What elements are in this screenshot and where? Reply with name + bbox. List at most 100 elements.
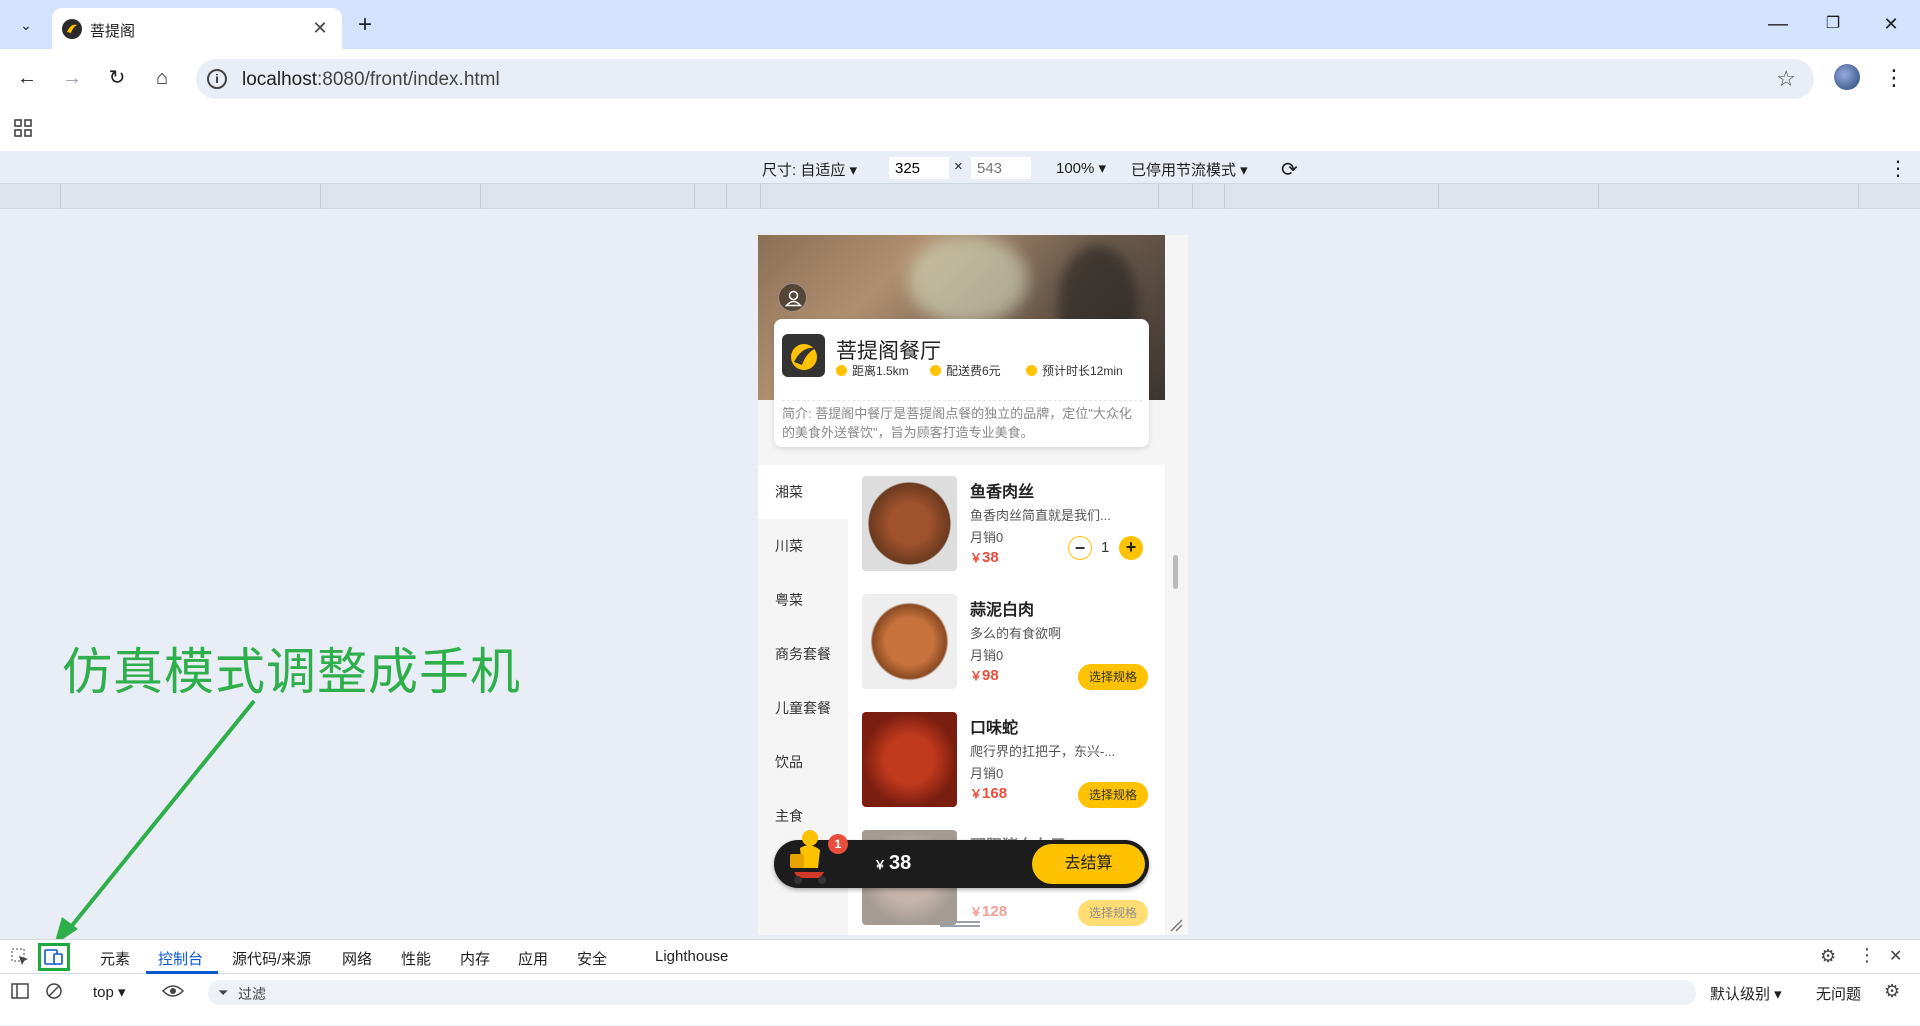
back-icon[interactable]: ← — [12, 63, 42, 93]
tab-memory[interactable]: 内存 — [460, 948, 490, 969]
cart-bar[interactable]: 1 ￥ 38 去结算 — [774, 830, 1149, 888]
decrease-qty-button[interactable]: − — [1068, 536, 1092, 560]
money-bag-icon — [930, 365, 941, 376]
apps-grid-icon[interactable] — [14, 119, 32, 137]
annotation-arrow — [54, 699, 256, 945]
tab-strip: ⌄ 菩提阁 ✕ + — ❐ ✕ — [0, 0, 1920, 49]
tab-lighthouse[interactable]: Lighthouse — [655, 948, 728, 965]
address-bar[interactable]: i localhost:8080/front/index.html ☆ — [196, 59, 1814, 99]
site-info-icon[interactable]: i — [207, 69, 227, 89]
console-settings-icon[interactable]: ⚙ — [1884, 981, 1900, 1002]
annotation-text: 仿真模式调整成手机 — [62, 643, 521, 701]
currency-symbol: ￥ — [874, 858, 887, 872]
bookmark-star-icon[interactable]: ☆ — [1776, 66, 1796, 92]
category-item-drinks[interactable]: 饮品 — [758, 735, 848, 789]
dish-name: 口味蛇 — [970, 720, 1019, 737]
media-query-bar[interactable] — [0, 184, 1920, 209]
category-item-business[interactable]: 商务套餐 — [758, 627, 848, 681]
dish-name: 蒜泥白肉 — [970, 602, 1035, 619]
forward-icon[interactable]: → — [57, 63, 87, 93]
browser-tab[interactable]: 菩提阁 ✕ — [52, 8, 342, 49]
increase-qty-button[interactable]: + — [1119, 536, 1143, 560]
menu-icon[interactable]: ⋮ — [1879, 63, 1909, 93]
dish-price: ￥98 — [970, 667, 999, 684]
dish-name: 鱼香肉丝 — [970, 484, 1035, 501]
log-level-select[interactable]: 默认级别 ▾ — [1710, 983, 1782, 1004]
context-select[interactable]: top ▾ — [93, 983, 126, 1001]
height-input[interactable] — [971, 157, 1031, 179]
choose-spec-button[interactable]: 选择规格 — [1078, 900, 1148, 926]
delivery-fee-info: 配送费6元 — [930, 362, 1001, 379]
dish-item[interactable]: 鱼香肉丝 鱼香肉丝简直就是我们... 月销0 ￥38 − 1 + — [860, 474, 1160, 574]
dish-desc: 多么的有食欲啊 — [970, 626, 1062, 641]
mobile-viewport: 菩提阁餐厅 距离1.5km 配送费6元 预计时长12min 简介: 菩提阁中餐厅… — [758, 235, 1188, 935]
tab-elements[interactable]: 元素 — [100, 948, 130, 969]
minimize-icon[interactable]: — — [1763, 9, 1793, 39]
category-item-chuan[interactable]: 川菜 — [758, 519, 848, 573]
favicon-icon — [62, 19, 82, 39]
console-toolbar: top ▾ ⏷ 过滤 默认级别 ▾ 无问题 ⚙ — [0, 974, 1920, 1026]
reload-icon[interactable]: ↻ — [102, 63, 132, 93]
rotate-icon[interactable]: ⟳ — [1281, 157, 1298, 182]
dish-price: ￥38 — [970, 549, 999, 566]
dish-item[interactable]: 蒜泥白肉 多么的有食欲啊 月销0 ￥98 选择规格 — [860, 592, 1160, 692]
dish-sales: 月销0 — [970, 648, 1004, 663]
corner-resize-icon[interactable] — [1169, 918, 1183, 932]
tab-sources[interactable]: 源代码/来源 — [232, 948, 311, 969]
devtools-settings-icon[interactable]: ⚙ — [1820, 946, 1836, 967]
dish-image — [862, 594, 957, 689]
url-text[interactable]: localhost:8080/front/index.html — [242, 69, 500, 91]
sidebar-toggle-icon[interactable] — [11, 982, 29, 1000]
cart-total-value: 38 — [889, 852, 912, 874]
devtools-close-icon[interactable]: ✕ — [1889, 946, 1902, 966]
zoom-select[interactable]: 100% ▾ — [1056, 159, 1106, 177]
tab-application[interactable]: 应用 — [518, 948, 548, 969]
url-host: localhost — [242, 69, 317, 90]
annotation-highlight-box — [38, 943, 70, 971]
tab-network[interactable]: 网络 — [342, 948, 372, 969]
tab-search-chevron-icon[interactable]: ⌄ — [11, 10, 41, 40]
dish-quantity: 1 — [1101, 539, 1110, 556]
tab-console[interactable]: 控制台 — [158, 948, 203, 969]
dish-item[interactable]: 口味蛇 爬行界的扛把子，东兴-... 月销0 ￥168 选择规格 — [860, 710, 1160, 810]
restore-icon[interactable]: ❐ — [1818, 9, 1848, 39]
cart-total: ￥ 38 — [874, 852, 911, 875]
category-item-xiang[interactable]: 湘菜 — [758, 465, 848, 519]
profile-avatar[interactable] — [1834, 64, 1860, 90]
scrollbar-thumb[interactable] — [1173, 555, 1178, 589]
throttle-select[interactable]: 已停用节流模式 ▾ — [1131, 159, 1248, 180]
close-tab-icon[interactable]: ✕ — [308, 16, 332, 40]
user-center-button[interactable] — [778, 283, 807, 312]
console-filter-input[interactable]: ⏷ 过滤 — [208, 980, 1696, 1005]
device-menu-icon[interactable]: ⋮ — [1888, 156, 1908, 181]
tab-performance[interactable]: 性能 — [401, 948, 431, 969]
distance-icon — [836, 365, 847, 376]
throttle-label: 已停用节流模式 — [1131, 162, 1237, 179]
distance-text: 距离1.5km — [852, 364, 909, 378]
restaurant-intro: 简介: 菩提阁中餐厅是菩提阁点餐的独立的品牌，定位"大众化的美食外送餐饮"，旨为… — [782, 400, 1142, 442]
devtools-menu-icon[interactable]: ⋮ — [1858, 945, 1876, 966]
filter-icon: ⏷ — [218, 985, 229, 1000]
viewport-resize-handle[interactable] — [940, 921, 980, 927]
choose-spec-button[interactable]: 选择规格 — [1078, 664, 1148, 690]
delivery-rider-icon — [784, 828, 834, 886]
times-sign: × — [954, 158, 963, 175]
issues-counter[interactable]: 无问题 — [1816, 983, 1861, 1004]
devtools-tabbar: 元素 控制台 源代码/来源 网络 性能 内存 应用 安全 Lighthouse … — [0, 940, 1920, 974]
dish-image — [862, 712, 957, 807]
distance-info: 距离1.5km — [836, 362, 909, 379]
tab-security[interactable]: 安全 — [577, 948, 607, 969]
clear-console-icon[interactable] — [45, 982, 63, 1000]
dimensions-select[interactable]: 尺寸: 自适应 ▾ — [762, 159, 857, 180]
category-item-yue[interactable]: 粤菜 — [758, 573, 848, 627]
choose-spec-button[interactable]: 选择规格 — [1078, 782, 1148, 808]
width-input[interactable] — [889, 157, 949, 179]
checkout-button[interactable]: 去结算 — [1032, 844, 1145, 884]
new-tab-button[interactable]: + — [350, 10, 380, 40]
category-item-kids[interactable]: 儿童套餐 — [758, 681, 848, 735]
live-expression-eye-icon[interactable] — [162, 983, 184, 999]
inspect-element-icon[interactable] — [11, 948, 29, 966]
context-label: top — [93, 984, 114, 1001]
home-icon[interactable]: ⌂ — [147, 63, 177, 93]
close-window-icon[interactable]: ✕ — [1876, 9, 1906, 39]
